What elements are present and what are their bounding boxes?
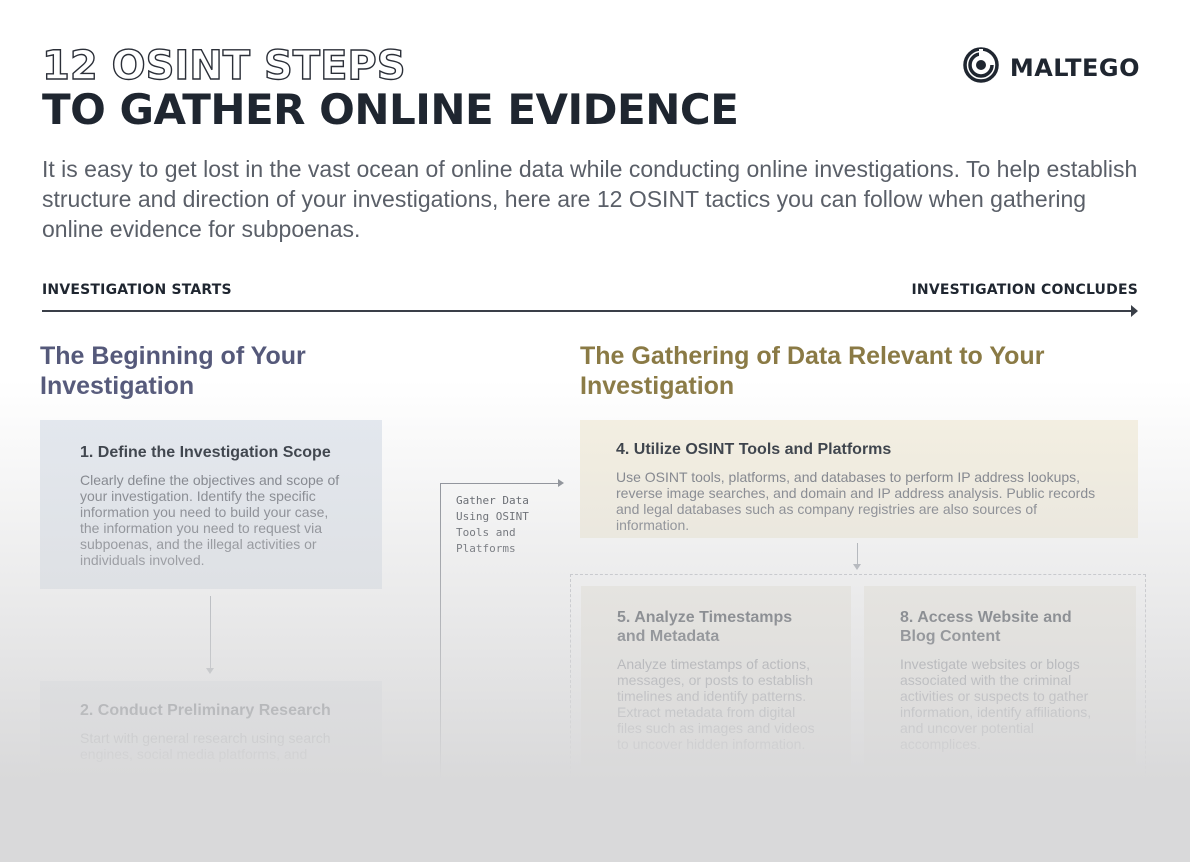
title-line-1: 12 OSINT STEPS — [41, 43, 406, 89]
maltego-logo-icon — [962, 46, 1000, 89]
side-note: Gather Data Using OSINT Tools and Platfo… — [456, 494, 529, 555]
timeline-start-label: INVESTIGATION STARTS — [42, 282, 232, 298]
maltego-logo: MALTEGO — [962, 46, 1140, 89]
step-text: Use OSINT tools, platforms, and database… — [616, 469, 1096, 533]
step-title: 8. Access Website and Blog Content — [900, 609, 1072, 645]
title-line-2: TO GATHER ONLINE EVIDENCE — [42, 85, 739, 134]
arrow-right-icon — [558, 479, 564, 487]
step-card-8: 8. Access Website and Blog Content Inves… — [864, 586, 1136, 766]
intro-paragraph: It is easy to get lost in the vast ocean… — [42, 156, 1138, 242]
section-heading-beginning: The Beginning of Your Investigation — [40, 342, 306, 400]
timeline-arrowhead-icon — [1131, 305, 1138, 317]
bracket-line-vertical — [440, 483, 441, 803]
step-title: 5. Analyze Timestamps and Metadata — [617, 609, 793, 645]
step-title: 1. Define the Investigation Scope — [80, 444, 331, 461]
step-card-4: 4. Utilize OSINT Tools and Platforms Use… — [580, 420, 1138, 538]
arrow-down-icon — [206, 668, 214, 674]
connector-line — [210, 596, 211, 668]
step-text: Start with general research using search… — [80, 730, 331, 762]
bracket-line-horizontal — [440, 483, 560, 484]
timeline-end-label: INVESTIGATION CONCLUDES — [911, 282, 1138, 298]
step-text: Investigate websites or blogs associated… — [900, 656, 1092, 752]
arrow-down-icon — [853, 564, 861, 570]
step-text: Analyze timestamps of actions, messages,… — [617, 656, 815, 752]
step-text: Clearly define the objectives and scope … — [80, 472, 340, 568]
step-card-2: 2. Conduct Preliminary Research Start wi… — [40, 681, 382, 781]
step-card-1: 1. Define the Investigation Scope Clearl… — [40, 420, 382, 589]
timeline-line — [42, 310, 1134, 312]
step-title: 4. Utilize OSINT Tools and Platforms — [616, 441, 892, 458]
logo-text: MALTEGO — [1009, 53, 1140, 82]
step-title: 2. Conduct Preliminary Research — [80, 702, 331, 719]
section-heading-gathering: The Gathering of Data Relevant to Your I… — [580, 342, 1045, 400]
step-card-5: 5. Analyze Timestamps and Metadata Analy… — [581, 586, 851, 766]
connector-line — [857, 543, 858, 565]
